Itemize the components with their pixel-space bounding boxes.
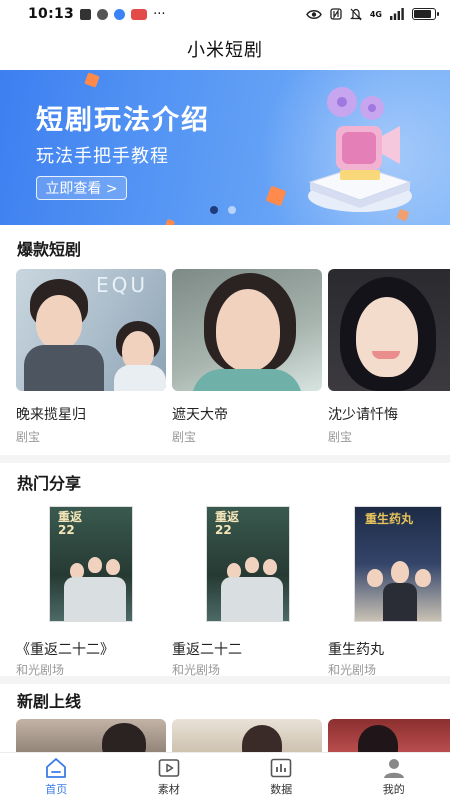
network-label: 4G <box>369 9 382 19</box>
bottom-tab-bar: 首页 素材 数据 我的 <box>0 752 450 800</box>
hot-share-row: 重返22 《重返二十二》 和光剧场 重返22 重返二十二 和光剧场 重生药丸 重… <box>0 506 450 681</box>
eye-icon <box>306 9 322 19</box>
share-card[interactable]: 重返22 《重返二十二》 和光剧场 <box>16 506 166 681</box>
new-drama-poster[interactable] <box>328 719 450 752</box>
user-icon <box>382 757 406 779</box>
poster-text: 重生药丸 <box>365 512 414 526</box>
wechat-icon <box>97 8 109 20</box>
drama-title: 遮天大帝 <box>172 407 228 423</box>
drama-card[interactable]: 遮天大帝 剧宝 <box>172 269 322 449</box>
section-title-new-release: 新剧上线 <box>17 692 82 711</box>
tab-label: 数据 <box>270 782 293 796</box>
tab-data[interactable]: 数据 <box>225 753 338 800</box>
tab-materials[interactable]: 素材 <box>113 753 226 800</box>
section-divider <box>0 455 450 463</box>
drama-poster <box>328 269 450 391</box>
gift-icon <box>80 8 92 20</box>
decor-cube <box>164 218 176 225</box>
promo-banner[interactable]: 短剧玩法介绍 玩法手把手教程 立即查看 > <box>0 70 450 225</box>
video-icon <box>157 757 181 779</box>
chart-icon <box>269 757 293 779</box>
mute-icon <box>349 8 362 20</box>
drama-source: 剧宝 <box>328 430 353 444</box>
battery-icon <box>412 8 439 20</box>
share-title: 重生药丸 <box>328 642 384 658</box>
hot-dramas-row: EQU 晚来揽星归 剧宝 遮天大帝 剧宝 沈少请忏悔 剧宝 <box>0 269 450 449</box>
section-divider <box>0 676 450 684</box>
status-time: 10:13 <box>28 6 75 22</box>
drama-card[interactable]: 沈少请忏悔 剧宝 <box>328 269 450 449</box>
home-icon <box>44 757 68 779</box>
banner-title: 短剧玩法介绍 <box>36 105 210 136</box>
share-poster: 重返22 <box>206 506 290 622</box>
new-drama-poster[interactable] <box>172 719 322 752</box>
share-card[interactable]: 重返22 重返二十二 和光剧场 <box>172 506 322 681</box>
carousel-dot-active[interactable] <box>210 206 218 214</box>
film-camera-illustration <box>308 87 412 212</box>
signal-icon <box>390 8 404 20</box>
page-title: 小米短剧 <box>187 40 263 61</box>
carousel-dot[interactable] <box>228 206 236 214</box>
status-bar: 10:13 ··· 4G <box>0 0 450 28</box>
tab-label: 首页 <box>45 782 68 796</box>
banner-subtitle: 玩法手把手教程 <box>36 146 169 167</box>
new-release-row <box>0 719 450 752</box>
app-icon <box>114 8 126 20</box>
drama-source: 剧宝 <box>172 430 197 444</box>
carousel-indicator <box>210 206 236 214</box>
drama-title: 沈少请忏悔 <box>328 407 398 423</box>
drama-card[interactable]: EQU 晚来揽星归 剧宝 <box>16 269 166 449</box>
drama-title: 晚来揽星归 <box>16 407 86 423</box>
tab-home[interactable]: 首页 <box>0 753 113 800</box>
view-now-button[interactable]: 立即查看 > <box>36 176 127 200</box>
drama-poster: EQU <box>16 269 166 391</box>
tab-label: 我的 <box>382 782 405 796</box>
share-poster: 重返22 <box>49 506 133 622</box>
more-notifications: ··· <box>153 6 166 22</box>
share-title: 重返二十二 <box>172 642 242 658</box>
poster-text: EQU <box>96 273 149 297</box>
section-title-hot-dramas: 爆款短剧 <box>17 240 82 259</box>
tab-label: 素材 <box>157 782 180 796</box>
new-drama-poster[interactable] <box>16 719 166 752</box>
decor-cube <box>84 72 100 88</box>
poster-text: 重返22 <box>215 510 240 537</box>
poster-text: 重返22 <box>58 510 83 537</box>
share-title: 《重返二十二》 <box>16 642 114 658</box>
notification-app-icon <box>131 8 148 20</box>
share-card[interactable]: 重生药丸 重生药丸 和光剧场 <box>328 506 450 681</box>
section-title-hot-share: 热门分享 <box>17 474 82 493</box>
status-left: 10:13 ··· <box>28 6 165 22</box>
drama-poster <box>172 269 322 391</box>
tab-mine[interactable]: 我的 <box>338 753 450 800</box>
drama-source: 剧宝 <box>16 430 41 444</box>
status-right: 4G <box>306 8 439 21</box>
share-poster: 重生药丸 <box>354 506 442 622</box>
nfc-icon <box>330 8 342 20</box>
